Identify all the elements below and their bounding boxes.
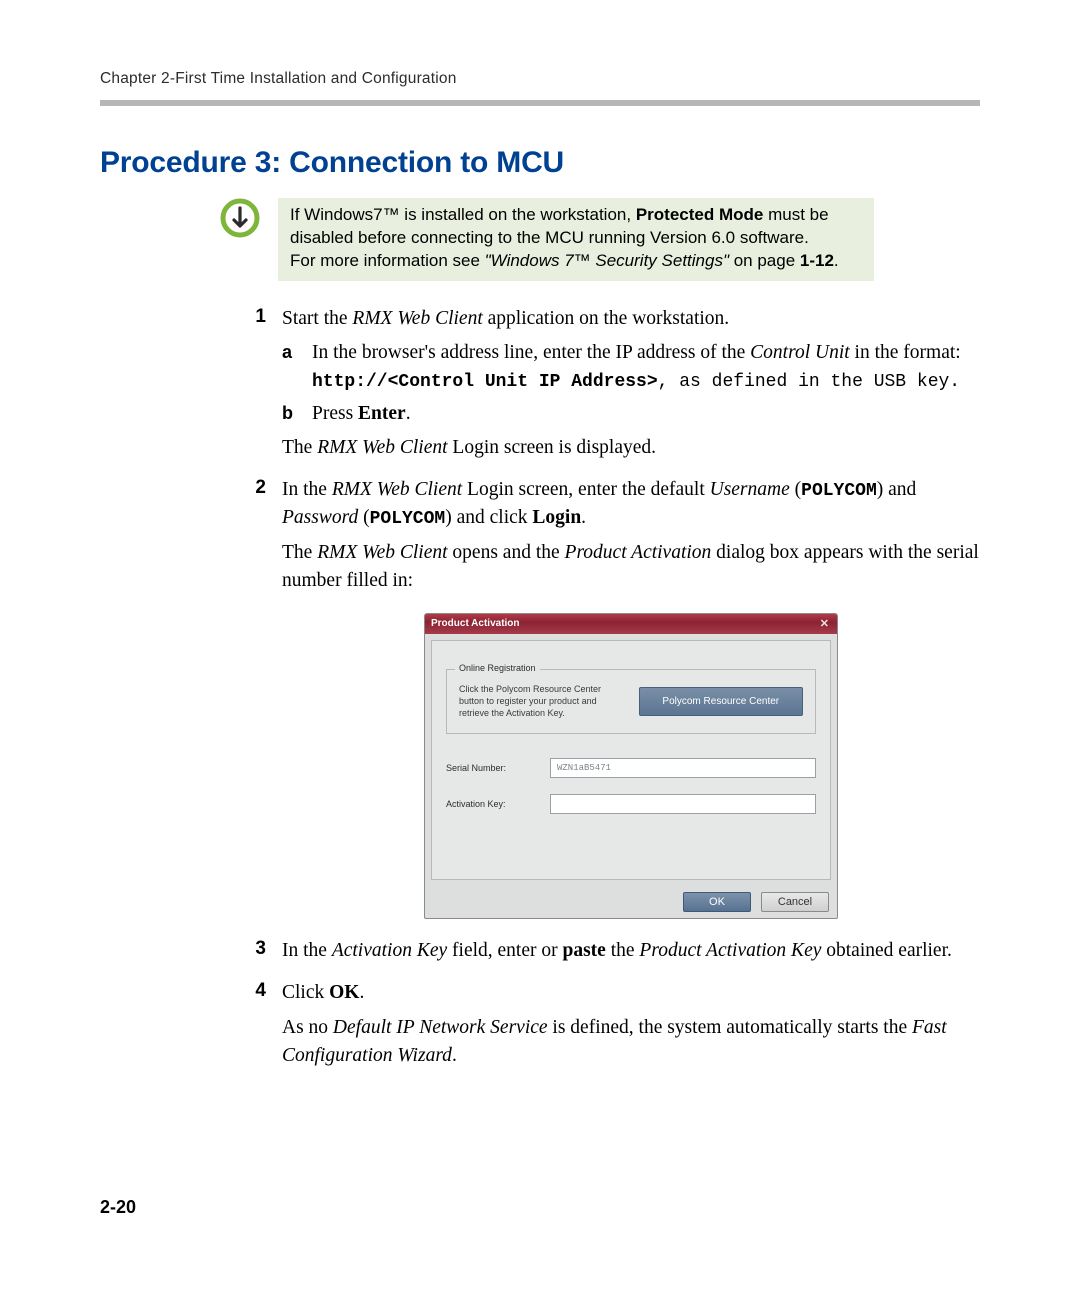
header-rule — [100, 100, 980, 106]
note-text-2a: For more information see — [290, 251, 485, 270]
substep-1b-letter: b — [282, 400, 312, 428]
note-text-2c: on page — [729, 251, 800, 270]
dialog-titlebar: Product Activation ✕ — [425, 614, 837, 634]
step-1-number: 1 — [228, 305, 282, 468]
substep-1a: a In the browser's address line, enter t… — [282, 339, 980, 396]
cancel-button[interactable]: Cancel — [761, 892, 829, 912]
polycom-resource-center-button[interactable]: Polycom Resource Center — [639, 687, 803, 716]
note-text-2e: . — [834, 251, 839, 270]
step-2-number: 2 — [228, 476, 282, 601]
step-2: 2 In the RMX Web Client Login screen, en… — [228, 476, 980, 601]
note-box: If Windows7™ is installed on the worksta… — [278, 198, 874, 281]
step-4: 4 Click OK. As no Default IP Network Ser… — [228, 979, 980, 1076]
serial-number-field[interactable]: WZN1aB5471 — [550, 758, 816, 778]
product-activation-dialog: Product Activation ✕ Online Registration… — [424, 613, 838, 919]
step-4-number: 4 — [228, 979, 282, 1076]
note-pageref: 1-12 — [800, 251, 834, 270]
step-1: 1 Start the RMX Web Client application o… — [228, 305, 980, 468]
substep-1a-letter: a — [282, 339, 312, 396]
ok-button[interactable]: OK — [683, 892, 751, 912]
close-icon[interactable]: ✕ — [820, 614, 831, 634]
note-text-1a: If Windows7™ is installed on the worksta… — [290, 205, 636, 224]
online-registration-fieldset: Online Registration Click the Polycom Re… — [446, 669, 816, 734]
note-text-1b: Protected Mode — [636, 205, 764, 224]
substep-1b: b Press Enter. — [282, 400, 980, 428]
dialog-title-text: Product Activation — [431, 614, 520, 634]
activation-key-row: Activation Key: — [446, 794, 816, 814]
registration-helptext: Click the Polycom Resource Center button… — [459, 684, 625, 719]
section-heading: Procedure 3: Connection to MCU — [100, 146, 980, 180]
running-header: Chapter 2-First Time Installation and Co… — [100, 70, 980, 88]
serial-number-label: Serial Number: — [446, 763, 536, 773]
fieldset-legend: Online Registration — [455, 663, 540, 673]
activation-key-field[interactable] — [550, 794, 816, 814]
note-xref: "Windows 7™ Security Settings" — [485, 251, 729, 270]
serial-number-row: Serial Number: WZN1aB5471 — [446, 758, 816, 778]
activation-key-label: Activation Key: — [446, 799, 536, 809]
page-number: 2-20 — [100, 1197, 136, 1218]
step-3-number: 3 — [228, 937, 282, 971]
step-3: 3 In the Activation Key field, enter or … — [228, 937, 980, 971]
note-icon — [220, 198, 260, 238]
